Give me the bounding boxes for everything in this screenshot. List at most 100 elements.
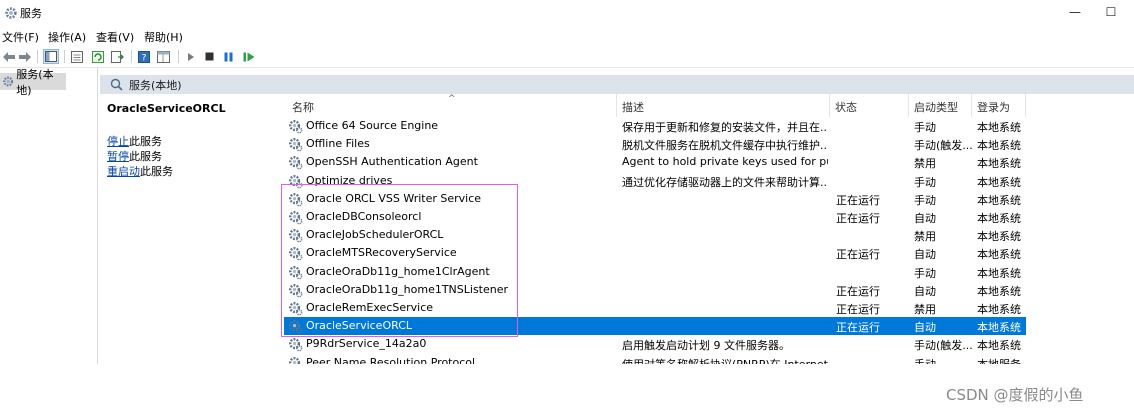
cell-description: Agent to hold private keys used for pu..… xyxy=(622,155,828,169)
service-gear-icon xyxy=(289,174,303,189)
service-row[interactable]: Optimize drives 通过优化存储驱动器上的文件来帮助计算... 手动 本地… xyxy=(284,172,1026,190)
minimize-button[interactable]: — xyxy=(1060,2,1090,22)
export-list-icon[interactable] xyxy=(110,49,124,64)
service-row[interactable]: OracleOraDb11g_home1TNSListener 正在运行 自动 本地系… xyxy=(284,281,1026,299)
service-gear-icon xyxy=(289,283,303,298)
cell-log-on-as: 本地系统 xyxy=(977,284,1021,298)
cell-startup-type: 手动 xyxy=(914,266,936,280)
cell-startup-type: 禁用 xyxy=(914,157,936,171)
service-row[interactable]: OracleJobSchedulerORCL 禁用 本地系统 xyxy=(284,226,1026,244)
maximize-button[interactable]: ☐ xyxy=(1096,2,1126,22)
refresh-icon[interactable] xyxy=(91,49,105,64)
console-tree: 服务(本地) xyxy=(0,68,98,364)
service-gear-icon xyxy=(289,356,301,364)
stop-service-link[interactable]: 停止 xyxy=(107,135,129,148)
cell-name: OracleRemExecService xyxy=(306,301,434,314)
service-row[interactable]: Offline Files 脱机文件服务在脱机文件缓存中执行维护... 手动(触发.… xyxy=(284,135,1026,153)
pause-service-link[interactable]: 暂停 xyxy=(107,150,129,163)
column-header-log-on-as[interactable]: 登录为 xyxy=(977,99,1010,115)
cell-name: Optimize drives xyxy=(306,173,393,187)
service-row[interactable]: Peer Name Resolution Protocol 使用对等名称解析协议(… xyxy=(284,354,1026,364)
cell-log-on-as: 本地系统 xyxy=(977,139,1021,153)
service-gear-icon xyxy=(289,211,303,225)
service-row[interactable]: P9RdrService_14a2a0 启用触发启动计划 9 文件服务器。 手动(触… xyxy=(284,335,1026,353)
column-header-status[interactable]: 状态 xyxy=(835,99,857,115)
cell-log-on-as: 本地系统 xyxy=(977,212,1021,225)
view-icon[interactable] xyxy=(156,49,170,64)
svg-text:?: ? xyxy=(142,53,147,63)
cell-status: 正在运行 xyxy=(836,248,880,262)
cell-log-on-as: 本地系统 xyxy=(977,193,1021,207)
cell-name: OracleMTSRecoveryService xyxy=(306,246,457,260)
service-row[interactable]: Oracle ORCL VSS Writer Service 正在运行 手动 本地系统 xyxy=(284,190,1026,208)
pause-service-icon[interactable] xyxy=(223,49,233,64)
cell-status: 正在运行 xyxy=(836,193,880,207)
service-gear-icon xyxy=(289,120,303,134)
action-suffix: 此服务 xyxy=(129,135,162,148)
cell-name: Peer Name Resolution Protocol xyxy=(306,355,476,364)
cell-log-on-as: 本地系统 xyxy=(977,230,1021,244)
stop-service-icon[interactable] xyxy=(204,49,214,64)
restart-service-action: 重启动此服务 xyxy=(107,163,173,179)
console-tree-icon[interactable] xyxy=(43,49,59,64)
restart-service-link[interactable]: 重启动 xyxy=(107,165,140,178)
cell-description: 保存用于更新和修复的安装文件，并且在... xyxy=(622,121,828,134)
cell-description: 通过优化存储驱动器上的文件来帮助计算... xyxy=(622,175,828,189)
cell-startup-type: 手动 xyxy=(914,356,972,364)
tree-item-label: 服务(本地) xyxy=(16,67,54,97)
service-row[interactable]: OpenSSH Authentication Agent Agent to hol… xyxy=(284,153,1026,171)
cell-log-on-as: 本地系统 xyxy=(977,175,1021,189)
column-header-startup-type[interactable]: 启动类型 xyxy=(914,99,958,115)
service-gear-icon xyxy=(289,192,303,207)
stop-service-action: 停止此服务 xyxy=(107,133,162,149)
menu-view[interactable]: 查看(V) xyxy=(96,29,134,45)
services-gear-icon xyxy=(5,7,17,19)
cell-startup-type: 自动 xyxy=(914,212,936,225)
properties-icon[interactable] xyxy=(70,49,84,64)
resume-service-icon[interactable] xyxy=(242,49,256,64)
cell-log-on-as: 本地系统 xyxy=(977,121,1021,134)
cell-startup-type: 手动 xyxy=(914,121,936,134)
cell-log-on-as: 本地系统 xyxy=(977,157,1021,171)
services-list: ^ 名称 描述 状态 启动类型 登录为 Office 64 Source Eng… xyxy=(276,94,1134,364)
help-icon[interactable]: ? xyxy=(137,49,151,64)
cell-name: OracleOraDb11g_home1TNSListener xyxy=(306,282,509,296)
tree-item-services-local[interactable]: 服务(本地) xyxy=(0,68,66,97)
forward-arrow-icon[interactable] xyxy=(18,49,32,64)
cell-startup-type: 自动 xyxy=(914,248,936,262)
service-row[interactable]: OracleMTSRecoveryService 正在运行 自动 本地系统 xyxy=(284,244,1026,262)
action-suffix: 此服务 xyxy=(140,165,173,178)
cell-name: OracleJobSchedulerORCL xyxy=(306,228,444,242)
cell-name: OracleOraDb11g_home1ClrAgent xyxy=(306,264,490,278)
cell-status: 正在运行 xyxy=(836,212,880,225)
menu-bar: 文件(F) 操作(A) 查看(V) 帮助(H) xyxy=(0,27,1134,45)
cell-log-on-as: 本地系统 xyxy=(977,339,1021,353)
cell-startup-type: 手动 xyxy=(914,175,936,189)
cell-startup-type: 禁用 xyxy=(914,303,936,316)
back-arrow-icon[interactable] xyxy=(2,49,16,64)
column-header-name[interactable]: 名称 xyxy=(292,99,314,115)
menu-file[interactable]: 文件(F) xyxy=(2,29,39,45)
cell-startup-type: 手动 xyxy=(914,193,936,207)
service-gear-icon xyxy=(289,247,303,261)
window-title: 服务 xyxy=(20,7,42,20)
service-gear-icon xyxy=(289,265,303,280)
service-row[interactable]: OracleServiceORCL 正在运行 自动 本地系统 xyxy=(284,317,1026,336)
service-row[interactable]: Office 64 Source Engine 保存用于更新和修复的安装文件，并且… xyxy=(284,117,1026,135)
cell-name: Oracle ORCL VSS Writer Service xyxy=(306,191,482,205)
service-row[interactable]: OracleOraDb11g_home1ClrAgent 手动 本地系统 xyxy=(284,263,1026,281)
sort-ascending-icon: ^ xyxy=(448,94,456,104)
cell-log-on-as: 本地服务 xyxy=(977,356,1025,364)
cell-name: P9RdrService_14a2a0 xyxy=(306,337,427,351)
action-suffix: 此服务 xyxy=(129,150,162,163)
menu-help[interactable]: 帮助(H) xyxy=(144,29,183,45)
column-header-description[interactable]: 描述 xyxy=(622,99,644,115)
cell-name: OracleDBConsoleorcl xyxy=(306,210,422,223)
cell-log-on-as: 本地系统 xyxy=(977,303,1021,316)
service-row[interactable]: OracleRemExecService 正在运行 禁用 本地系统 xyxy=(284,299,1026,317)
menu-action[interactable]: 操作(A) xyxy=(48,29,86,45)
cell-startup-type: 自动 xyxy=(914,321,936,335)
cell-status: 正在运行 xyxy=(836,303,880,316)
start-service-icon[interactable] xyxy=(186,49,196,64)
service-row[interactable]: OracleDBConsoleorcl 正在运行 自动 本地系统 xyxy=(284,208,1026,226)
